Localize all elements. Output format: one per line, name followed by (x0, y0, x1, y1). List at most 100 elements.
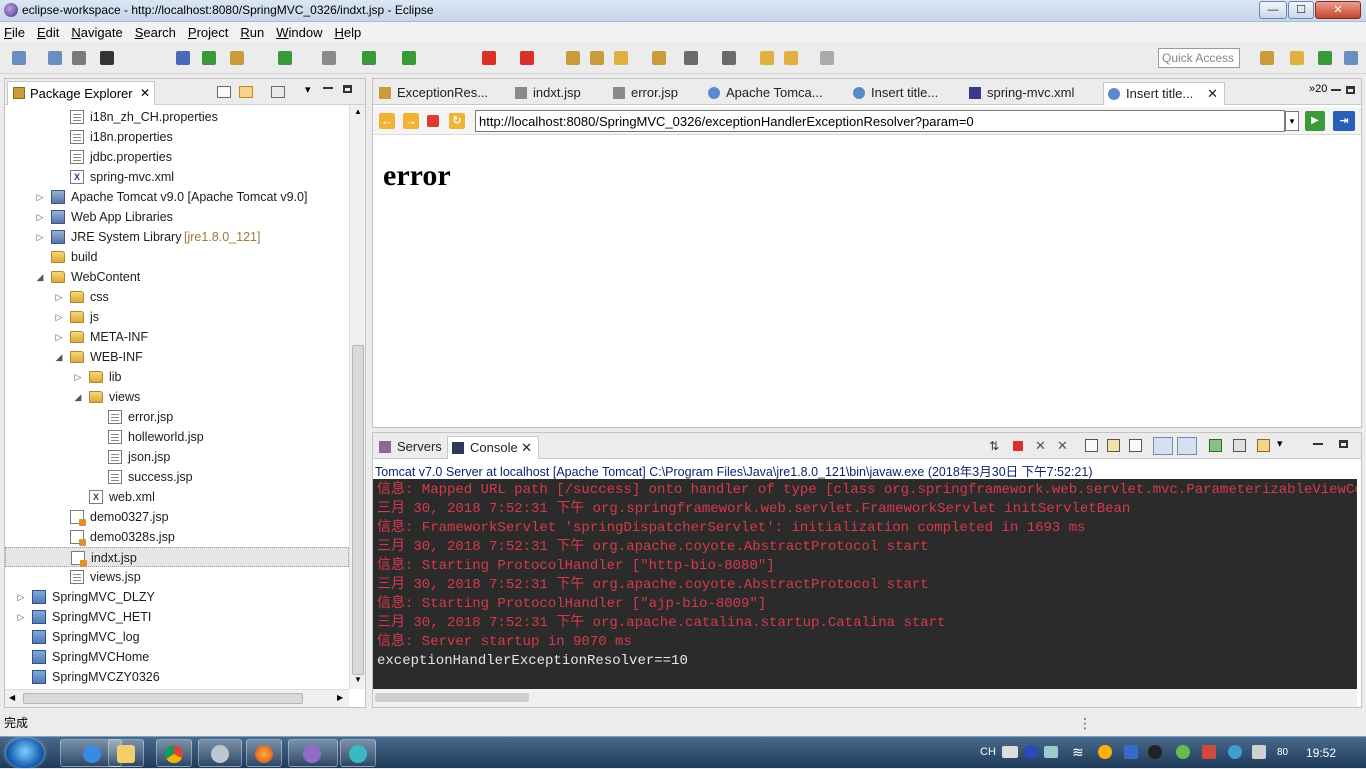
scroll-up-icon[interactable]: ▲ (354, 107, 362, 116)
stop-icon[interactable] (427, 115, 439, 127)
tree-item[interactable]: holleworld.jsp (5, 427, 349, 447)
url-dropdown-icon[interactable]: ▼ (1285, 111, 1299, 131)
tray-app-icon[interactable] (1228, 745, 1242, 759)
taskbar-settings[interactable] (198, 739, 242, 767)
tree-item[interactable]: views.jsp (5, 567, 349, 587)
java-ee-perspective-icon[interactable] (1290, 51, 1304, 65)
security-icon[interactable] (1124, 745, 1138, 759)
scroll-left-icon[interactable]: ◀ (9, 693, 15, 702)
help-icon[interactable] (1024, 745, 1038, 759)
chevron-down-icon[interactable]: ▾ (1277, 437, 1283, 450)
debug-icon[interactable] (100, 51, 114, 65)
editor-tab[interactable]: Apache Tomca... (704, 82, 842, 105)
debug-perspective-icon[interactable] (1344, 51, 1358, 65)
url-input[interactable] (475, 110, 1285, 132)
word-wrap-icon[interactable] (1129, 439, 1142, 452)
menu-search[interactable]: Search (135, 25, 176, 40)
expand-icon[interactable]: ▷ (35, 227, 45, 247)
clock[interactable]: 19:52 (1306, 746, 1336, 760)
save-icon[interactable] (48, 51, 62, 65)
maximize-view-icon[interactable] (343, 85, 352, 93)
tree-item[interactable]: ▷ js (5, 307, 349, 327)
coverage-icon[interactable] (362, 51, 376, 65)
print-icon[interactable] (72, 51, 86, 65)
back-arrow-icon[interactable]: ← (379, 113, 395, 129)
ime-indicator[interactable]: CH (980, 746, 996, 758)
remove-launch-icon[interactable]: ✕ (1035, 438, 1046, 454)
vertical-scrollbar[interactable]: ▲ ▼ (349, 105, 365, 689)
qq-icon[interactable] (1148, 745, 1162, 759)
editor-tab[interactable]: Insert title... ✕ (1103, 82, 1225, 105)
expand-icon[interactable]: ▷ (35, 207, 45, 227)
expand-icon[interactable]: ▷ (16, 607, 26, 627)
close-icon[interactable]: ✕ (1207, 83, 1218, 105)
scroll-right-icon[interactable]: ▶ (337, 693, 343, 702)
close-icon[interactable]: ✕ (140, 86, 150, 100)
tree-item[interactable]: error.jsp (5, 407, 349, 427)
taskbar-app[interactable] (340, 739, 376, 767)
tree-item[interactable]: ▷ SpringMVC_HETI (5, 607, 349, 627)
tree-item[interactable]: Xspring-mvc.xml (5, 167, 349, 187)
menu-window[interactable]: Window (276, 25, 322, 40)
remove-all-icon[interactable]: ✕ (1057, 438, 1068, 454)
package-explorer-tab[interactable]: Package Explorer ✕ (7, 81, 155, 105)
open-type-icon[interactable] (566, 51, 580, 65)
clear-console-icon[interactable] (1085, 439, 1098, 452)
run-last-icon[interactable] (278, 51, 292, 65)
annotation-icon[interactable] (614, 51, 628, 65)
scroll-lock-icon[interactable] (1107, 439, 1120, 452)
expand-icon[interactable]: ▷ (54, 307, 64, 327)
java-perspective-icon[interactable] (1318, 51, 1332, 65)
open-perspective-icon[interactable] (1260, 51, 1274, 65)
tree-item[interactable]: jdbc.properties (5, 147, 349, 167)
menu-file[interactable]: File (4, 25, 25, 40)
terminate-icon[interactable] (1013, 441, 1023, 451)
editor-tab[interactable]: error.jsp (609, 82, 697, 105)
minimize-view-icon[interactable] (1313, 443, 1323, 445)
menu-help[interactable]: Help (334, 25, 361, 40)
scrollbar-thumb[interactable] (375, 693, 529, 702)
tree-item[interactable]: i18n.properties (5, 127, 349, 147)
back-nav-icon[interactable] (760, 51, 774, 65)
tree-item[interactable]: ▷ lib (5, 367, 349, 387)
menu-navigate[interactable]: Navigate (71, 25, 122, 40)
build-icon[interactable] (230, 51, 244, 65)
forward-arrow-icon[interactable]: → (403, 113, 419, 129)
menu-project[interactable]: Project (188, 25, 228, 40)
wifi-icon[interactable]: ≋ (1072, 744, 1084, 761)
bookmark-icon[interactable] (722, 51, 736, 65)
expand-icon[interactable]: ▷ (35, 187, 45, 207)
keyboard-icon[interactable] (1002, 746, 1018, 758)
start-button[interactable] (6, 738, 44, 768)
link-with-editor-icon[interactable] (239, 86, 253, 98)
tray-app-icon[interactable] (1202, 745, 1216, 759)
pin-icon[interactable]: ⇅ (989, 439, 1003, 453)
tray-app-icon[interactable] (1098, 745, 1112, 759)
taskbar-explorer[interactable] (108, 739, 144, 767)
run-icon[interactable] (202, 51, 216, 65)
tab-servers[interactable]: Servers (375, 436, 445, 459)
tree-item[interactable]: SpringMVCHome (5, 647, 349, 667)
quick-access-input[interactable]: Quick Access (1158, 48, 1240, 68)
collapse-icon[interactable]: ◢ (35, 267, 45, 287)
open-external-browser-icon[interactable]: ⇥ (1333, 111, 1355, 131)
show-on-stdout-icon[interactable] (1153, 437, 1173, 455)
tree-item[interactable]: demo0328s.jsp (5, 527, 349, 547)
menu-run[interactable]: Run (240, 25, 264, 40)
more-tabs-indicator[interactable]: »20 (1309, 83, 1327, 95)
expand-icon[interactable]: ▷ (16, 587, 26, 607)
minimize-view-icon[interactable] (1331, 89, 1341, 91)
minimize-view-icon[interactable] (323, 87, 333, 89)
tree-item[interactable]: ▷ Web App Libraries (5, 207, 349, 227)
volume-level[interactable]: 80 (1277, 747, 1288, 758)
display-selected-console-icon[interactable] (1233, 439, 1246, 452)
status-menu-icon[interactable]: ⋮ (1078, 712, 1092, 734)
tree-item[interactable]: ◢ WEB-INF (5, 347, 349, 367)
expand-icon[interactable]: ▷ (54, 287, 64, 307)
error-icon[interactable] (520, 51, 534, 65)
server-icon[interactable] (322, 51, 336, 65)
open-folder-icon[interactable] (652, 51, 666, 65)
tray-app-icon[interactable] (1044, 746, 1058, 758)
tree-item[interactable]: ▷ JRE System Library [jre1.8.0_121] (5, 227, 349, 247)
external-tools-icon[interactable] (402, 51, 416, 65)
